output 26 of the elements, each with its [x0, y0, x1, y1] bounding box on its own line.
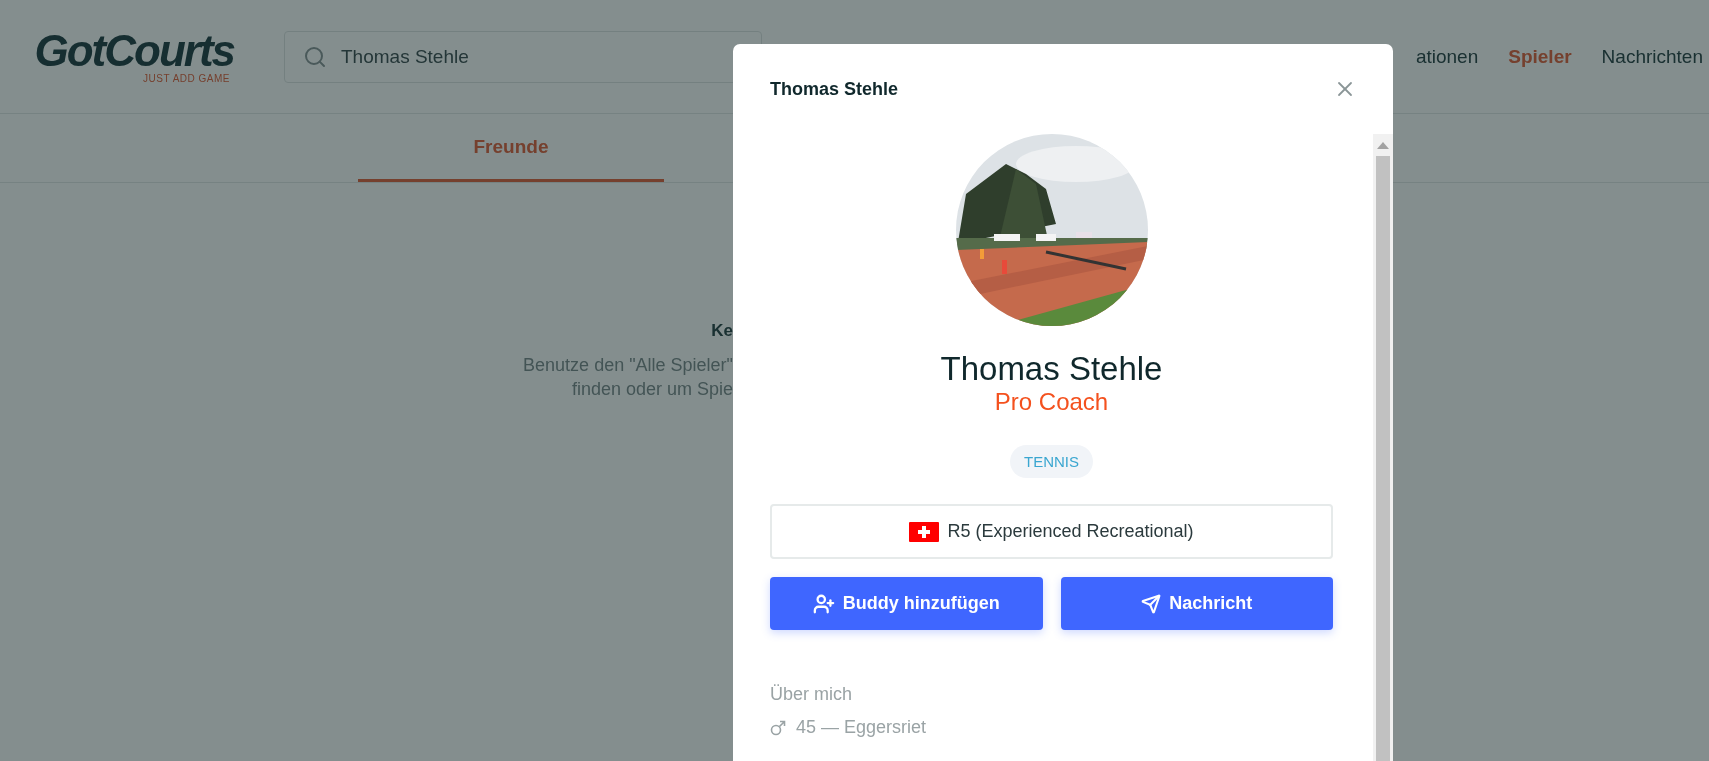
- profile-name: Thomas Stehle: [940, 350, 1163, 388]
- add-user-icon: [812, 592, 835, 615]
- profile-role: Pro Coach: [994, 388, 1109, 416]
- message-button[interactable]: Nachricht: [1060, 577, 1333, 630]
- rating-text: R5 (Experienced Recreational): [947, 521, 1194, 542]
- nav-link[interactable]: Spieler: [1508, 45, 1572, 68]
- scrollbar[interactable]: [1373, 134, 1393, 761]
- empty-state-text: Benutze den "Alle Spieler": [523, 354, 733, 377]
- male-sign-icon: [770, 719, 786, 736]
- dialog-title: Thomas Stehle: [770, 78, 899, 100]
- search-field[interactable]: Thomas Stehle: [284, 30, 762, 83]
- logo-tagline: JUST ADD GAME: [143, 73, 230, 84]
- about-heading: Über mich: [770, 684, 854, 705]
- add-buddy-button[interactable]: Buddy hinzufügen: [770, 577, 1043, 630]
- logo-wordmark[interactable]: GotCourts: [34, 29, 234, 73]
- nav-link[interactable]: Nachrichten: [1601, 45, 1703, 68]
- scroll-up-icon[interactable]: [1377, 141, 1389, 149]
- swiss-flag-icon: [909, 521, 940, 542]
- empty-state-title: Ke: [711, 321, 733, 341]
- empty-state-text: finden oder um Spie: [571, 378, 733, 401]
- nav-link[interactable]: ationen: [1415, 45, 1479, 68]
- send-icon: [1141, 593, 1162, 614]
- search-icon: [303, 44, 327, 69]
- sport-tag: TENNIS: [1010, 445, 1093, 478]
- tab[interactable]: Freunde: [358, 114, 664, 182]
- profile-details: 45 — Eggersriet: [796, 717, 927, 738]
